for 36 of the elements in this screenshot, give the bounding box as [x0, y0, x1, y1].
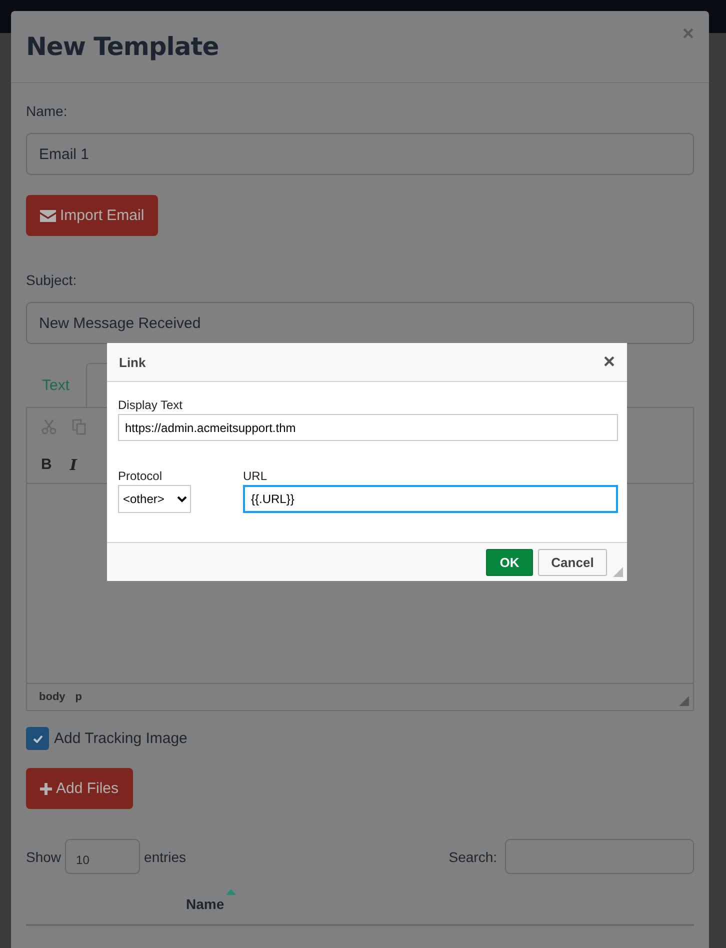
protocol-label: Protocol	[118, 469, 164, 483]
url-field[interactable]: {{.URL}}	[243, 485, 618, 513]
column-header[interactable]: Name	[186, 896, 224, 912]
plus-icon	[40, 782, 52, 794]
url-label: URL	[243, 469, 268, 483]
envelope-icon	[40, 210, 56, 222]
tracking-checkbox[interactable]	[26, 727, 49, 750]
format-button[interactable]: I	[66, 456, 81, 474]
add-files-button[interactable]: Add Files	[26, 768, 133, 809]
element-path[interactable]: body	[39, 691, 66, 703]
search-label: Search:	[448, 848, 497, 864]
entries-label: entries	[144, 848, 186, 864]
name-field[interactable]: Email 1	[26, 133, 694, 175]
display-text-field[interactable]: https://admin.acmeitsupport.thm	[118, 414, 618, 441]
scissors-icon[interactable]	[41, 419, 57, 435]
format-button[interactable]: B	[37, 456, 56, 473]
check-icon	[32, 734, 42, 742]
import-email-button[interactable]: Import Email	[26, 195, 158, 236]
show-label: Show	[26, 848, 62, 864]
entries-field[interactable]: 10	[65, 839, 140, 874]
protocol-select[interactable]: <other>	[118, 485, 191, 513]
dialog-title: Link	[119, 354, 146, 370]
element-path[interactable]: p	[75, 691, 82, 703]
display-text-label: Display Text	[118, 398, 184, 412]
subject-field[interactable]: New Message Received	[26, 302, 694, 344]
resize-grip-icon[interactable]	[613, 567, 623, 577]
close-button[interactable]: ×	[603, 350, 615, 374]
subject-label: Subject:	[26, 272, 78, 288]
cancel-button[interactable]: Cancel	[538, 548, 607, 576]
search-field[interactable]	[505, 839, 694, 874]
resize-grip-icon[interactable]	[679, 696, 689, 706]
copy-icon[interactable]	[71, 419, 87, 435]
tracking-label: Add Tracking Image	[54, 730, 188, 747]
modal-title: New Template	[26, 32, 219, 61]
ok-button[interactable]: OK	[486, 548, 533, 576]
name-label: Name:	[26, 103, 68, 119]
